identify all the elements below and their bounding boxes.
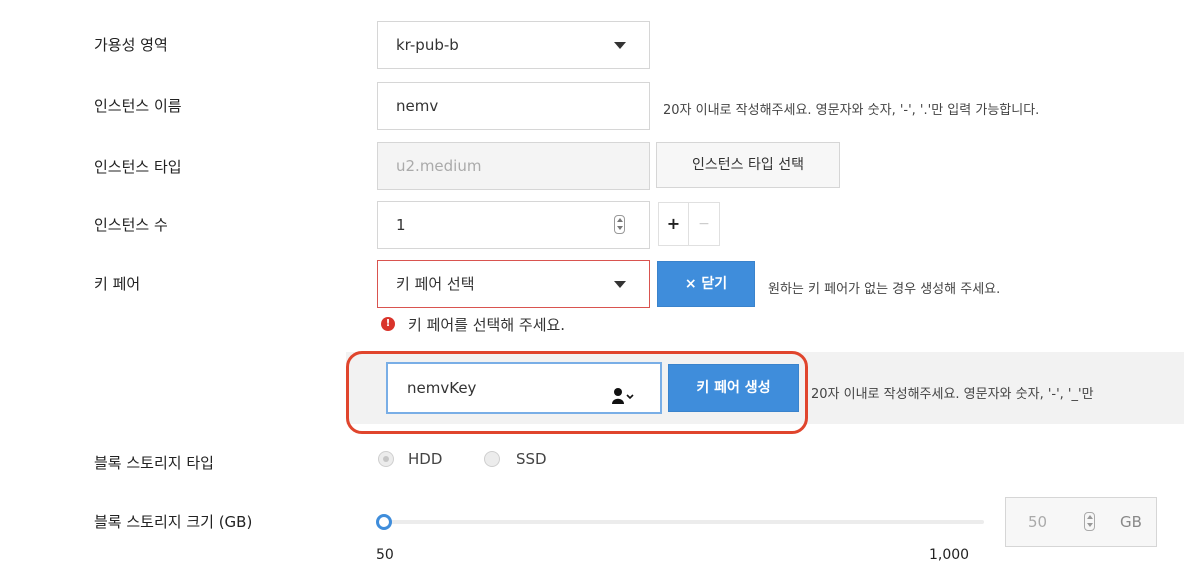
instance-type-placeholder: u2.medium xyxy=(396,157,482,175)
instance-count-input[interactable]: 1 xyxy=(377,201,650,249)
create-key-pair-hint: 20자 이내로 작성해주세요. 영문자와 숫자, '-', '_'만 xyxy=(811,387,1094,402)
hdd-radio[interactable] xyxy=(378,451,394,467)
availability-zone-select[interactable]: kr-pub-b xyxy=(377,21,650,69)
increment-button[interactable]: + xyxy=(658,202,689,246)
spinner-icon[interactable] xyxy=(614,215,625,234)
storage-slider-handle[interactable] xyxy=(376,514,392,530)
chevron-down-icon xyxy=(614,281,626,288)
instance-name-hint: 20자 이내로 작성해주세요. 영문자와 숫자, '-', '.'만 입력 가능… xyxy=(663,103,1040,118)
instance-type-label: 인스턴스 타입 xyxy=(94,158,182,176)
highlight-outline xyxy=(346,351,808,434)
ssd-radio[interactable] xyxy=(484,451,500,467)
key-pair-label: 키 페어 xyxy=(94,275,141,293)
storage-size-label: 블록 스토리지 크기 (GB) xyxy=(94,513,253,531)
instance-name-value: nemv xyxy=(396,97,439,115)
storage-type-label: 블록 스토리지 타입 xyxy=(94,454,214,472)
hdd-radio-label: HDD xyxy=(408,450,443,468)
key-pair-error-message: 키 페어를 선택해 주세요. xyxy=(408,316,566,334)
error-icon: ! xyxy=(381,317,395,331)
chevron-down-icon xyxy=(614,42,626,49)
decrement-button[interactable]: − xyxy=(689,202,720,246)
instance-name-input[interactable]: nemv xyxy=(377,82,650,130)
instance-type-input: u2.medium xyxy=(377,142,650,190)
storage-size-value: 50 xyxy=(1028,513,1048,531)
instance-count-value: 1 xyxy=(396,216,406,234)
key-pair-close-button[interactable]: × 닫기 xyxy=(657,261,755,307)
availability-zone-label: 가용성 영역 xyxy=(94,36,168,54)
slider-min-label: 50 xyxy=(376,547,394,563)
storage-size-input: 50 GB xyxy=(1005,497,1157,547)
availability-zone-value: kr-pub-b xyxy=(396,36,459,54)
instance-count-label: 인스턴스 수 xyxy=(94,216,168,234)
ssd-radio-label: SSD xyxy=(516,450,547,468)
key-pair-select-value: 키 페어 선택 xyxy=(396,275,475,293)
spinner-icon xyxy=(1084,512,1095,531)
storage-size-unit: GB xyxy=(1120,513,1142,531)
instance-type-select-button[interactable]: 인스턴스 타입 선택 xyxy=(656,142,840,188)
instance-name-label: 인스턴스 이름 xyxy=(94,97,182,115)
key-pair-hint: 원하는 키 페어가 없는 경우 생성해 주세요. xyxy=(768,282,1001,297)
storage-slider-track[interactable] xyxy=(384,520,984,524)
key-pair-select[interactable]: 키 페어 선택 xyxy=(377,260,650,308)
slider-max-label: 1,000 xyxy=(929,547,970,563)
